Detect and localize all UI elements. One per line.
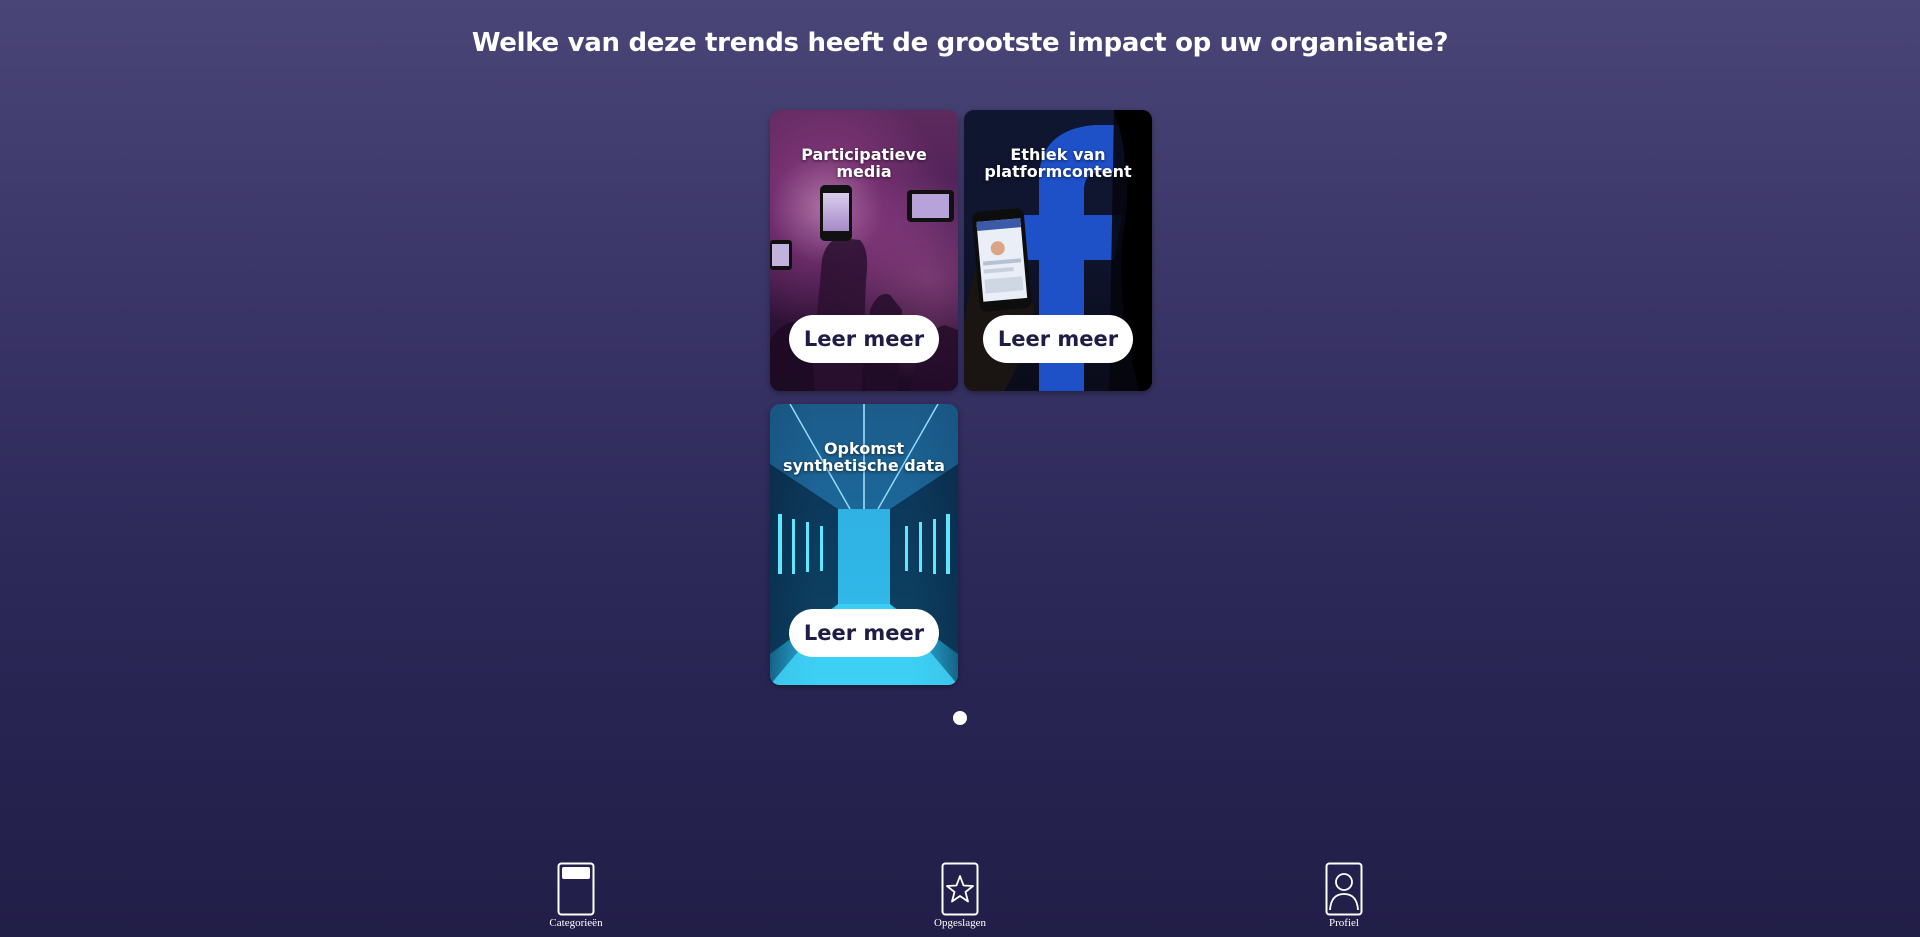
nav-label: Categorieën xyxy=(549,917,603,929)
bottom-navigation: Categorieën Opgeslagen Profiel xyxy=(0,858,1920,937)
trend-card-ethiek-platformcontent[interactable]: Ethiek van platformcontent Leer meer xyxy=(964,110,1152,391)
learn-more-button[interactable]: Leer meer xyxy=(789,609,939,657)
trend-card-synthetische-data[interactable]: Opkomst synthetische data Leer meer xyxy=(770,404,958,685)
nav-label: Opgeslagen xyxy=(934,917,986,929)
categories-icon xyxy=(557,862,595,916)
card-title: Opkomst synthetische data xyxy=(783,439,945,475)
profile-icon xyxy=(1325,862,1363,916)
nav-item-categories[interactable]: Categorieën xyxy=(516,862,636,929)
star-icon xyxy=(941,862,979,916)
card-title: Ethiek van platformcontent xyxy=(984,145,1132,181)
learn-more-button[interactable]: Leer meer xyxy=(789,315,939,363)
nav-item-saved[interactable]: Opgeslagen xyxy=(900,862,1020,929)
trend-card-participatieve-media[interactable]: Participatieve media Leer meer xyxy=(770,110,958,391)
nav-label: Profiel xyxy=(1329,917,1359,929)
card-title: Participatieve media xyxy=(801,145,927,181)
learn-more-button[interactable]: Leer meer xyxy=(983,315,1133,363)
question-title: Welke van deze trends heeft de grootste … xyxy=(471,28,1449,58)
pagination-dot-active[interactable] xyxy=(953,711,967,725)
nav-item-profile[interactable]: Profiel xyxy=(1284,862,1404,929)
